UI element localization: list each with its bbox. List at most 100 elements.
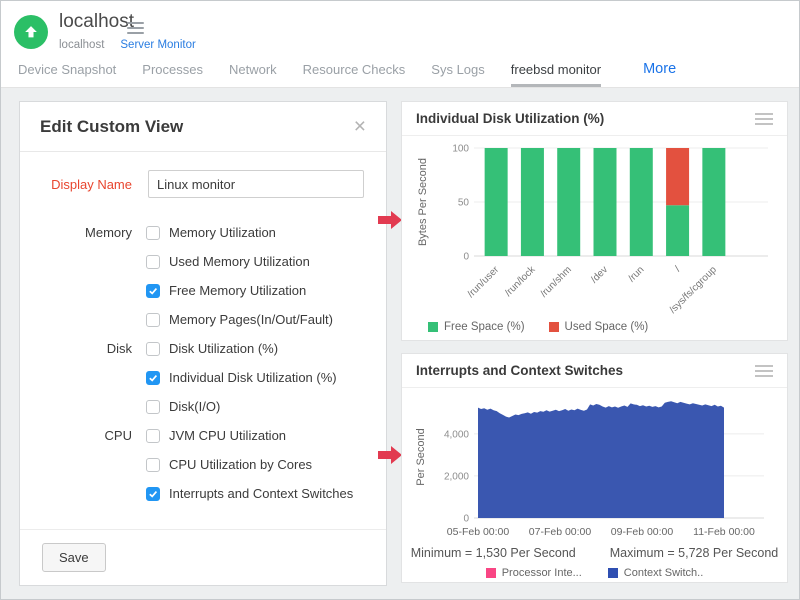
svg-text:Bytes Per Second: Bytes Per Second bbox=[417, 158, 429, 246]
svg-text:Per Second: Per Second bbox=[415, 428, 427, 485]
top-bar: localhost localhost Server Monitor Device… bbox=[1, 1, 799, 88]
tab-network[interactable]: Network bbox=[229, 55, 277, 87]
up-arrow-circle-icon bbox=[14, 15, 48, 49]
disk-utilization-card: Individual Disk Utilization (%) 0 50 100 By… bbox=[401, 101, 788, 341]
svg-text:4,000: 4,000 bbox=[444, 429, 469, 440]
checkbox-memory-utilization[interactable] bbox=[146, 226, 160, 240]
dialog-header: Edit Custom View × bbox=[20, 102, 386, 152]
tab-device-snapshot[interactable]: Device Snapshot bbox=[18, 55, 116, 87]
checkbox-disk-utilization[interactable] bbox=[146, 342, 160, 356]
checkbox-used-memory-utilization[interactable] bbox=[146, 255, 160, 269]
svg-text:0: 0 bbox=[463, 252, 469, 263]
context-switches-area bbox=[478, 401, 724, 518]
checkbox-memory-pages-in-out-fault[interactable] bbox=[146, 313, 160, 327]
option-row-memory-utilization: Memory Memory Utilization bbox=[20, 218, 386, 247]
legend-free-space[interactable]: Free Space (%) bbox=[428, 321, 525, 333]
legend-swatch bbox=[608, 568, 618, 578]
breadcrumb-host: localhost bbox=[59, 39, 104, 51]
option-label-memory-pages-in-out-fault: Memory Pages(In/Out/Fault) bbox=[169, 312, 333, 327]
option-label-memory-utilization: Memory Utilization bbox=[169, 225, 276, 240]
svg-text:11-Feb 00:00: 11-Feb 00:00 bbox=[693, 526, 755, 538]
bar-free-sys-fs-cgroup bbox=[702, 148, 725, 256]
bar-free-run-lock bbox=[521, 148, 544, 256]
option-label-used-memory-utilization: Used Memory Utilization bbox=[169, 254, 310, 269]
interrupts-chart-legend: Processor Inte... Context Switch.. bbox=[402, 563, 787, 583]
interrupts-card-header: Interrupts and Context Switches bbox=[402, 354, 787, 388]
option-label-individual-disk-utilization: Individual Disk Utilization (%) bbox=[169, 370, 337, 385]
svg-text:/: / bbox=[673, 264, 683, 274]
checkbox-disk-i-o[interactable] bbox=[146, 400, 160, 414]
legend-label: Used Space (%) bbox=[565, 321, 649, 333]
checkbox-checked-free-memory-utilization[interactable] bbox=[146, 284, 160, 298]
checkbox-cpu-utilization-by-cores[interactable] bbox=[146, 458, 160, 472]
bar-free-run-user bbox=[485, 148, 508, 256]
tab-sys-logs[interactable]: Sys Logs bbox=[431, 55, 484, 87]
up-arrow-glyph bbox=[22, 23, 40, 41]
option-label-disk-i-o: Disk(I/O) bbox=[169, 399, 220, 414]
chart-menu-icon[interactable] bbox=[755, 110, 773, 128]
maximum-label: Maximum = 5,728 Per Second bbox=[610, 546, 779, 563]
bar-free- bbox=[666, 205, 689, 256]
minmax-row: Minimum = 1,530 Per Second Maximum = 5,7… bbox=[402, 546, 787, 563]
display-name-label: Display Name bbox=[20, 177, 148, 192]
checkbox-checked-individual-disk-utilization[interactable] bbox=[146, 371, 160, 385]
disk-bar-chart: 050100Bytes Per Second/run/user/run/lock… bbox=[402, 136, 787, 314]
edit-custom-view-dialog: Edit Custom View × Display Name MemoryMe… bbox=[19, 101, 387, 586]
option-row-jvm-cpu-utilization: CPUJVM CPU Utilization bbox=[20, 421, 386, 450]
interrupts-chart-title: Interrupts and Context Switches bbox=[416, 363, 755, 378]
svg-text:05-Feb 00:00: 05-Feb 00:00 bbox=[447, 526, 510, 538]
legend-swatch bbox=[486, 568, 496, 578]
legend-label: Free Space (%) bbox=[444, 321, 525, 333]
legend-swatch bbox=[549, 322, 559, 332]
svg-text:50: 50 bbox=[458, 198, 470, 209]
option-row-interrupts-and-context-switches: Interrupts and Context Switches bbox=[20, 479, 386, 508]
dialog-title: Edit Custom View bbox=[40, 117, 354, 137]
bar-free-run-shm bbox=[557, 148, 580, 256]
svg-text:/dev: /dev bbox=[589, 264, 610, 285]
chart-menu-icon[interactable] bbox=[755, 362, 773, 380]
legend-swatch bbox=[428, 322, 438, 332]
disk-chart-legend: Free Space (%) Used Space (%) bbox=[402, 314, 787, 340]
svg-text:0: 0 bbox=[463, 514, 469, 525]
svg-text:100: 100 bbox=[452, 144, 469, 155]
minimum-label: Minimum = 1,530 Per Second bbox=[411, 546, 576, 563]
option-label-cpu-utilization-by-cores: CPU Utilization by Cores bbox=[169, 457, 312, 472]
interrupts-card: Interrupts and Context Switches 0 2,000 4,… bbox=[401, 353, 788, 583]
option-row-individual-disk-utilization: Individual Disk Utilization (%) bbox=[20, 363, 386, 392]
checkbox-checked-interrupts-and-context-switches[interactable] bbox=[146, 487, 160, 501]
close-icon[interactable]: × bbox=[354, 116, 366, 137]
svg-text:/run/shm: /run/shm bbox=[539, 264, 574, 299]
option-row-disk-i-o: Disk(I/O) bbox=[20, 392, 386, 421]
breadcrumb-server-monitor-link[interactable]: Server Monitor bbox=[120, 39, 195, 51]
svg-text:09-Feb 00:00: 09-Feb 00:00 bbox=[611, 526, 674, 538]
option-label-disk-utilization: Disk Utilization (%) bbox=[169, 341, 278, 356]
option-row-cpu-utilization-by-cores: CPU Utilization by Cores bbox=[20, 450, 386, 479]
legend-processor-inte[interactable]: Processor Inte... bbox=[486, 567, 582, 579]
hamburger-menu-icon[interactable] bbox=[127, 19, 144, 37]
monitor-title: localhost bbox=[59, 11, 134, 33]
tab-bar: Device Snapshot Processes Network Resource … bbox=[18, 55, 676, 87]
option-row-free-memory-utilization: Free Memory Utilization bbox=[20, 276, 386, 305]
interrupts-area-chart: 02,0004,000Per Second05-Feb 00:0007-Feb … bbox=[402, 388, 787, 546]
bar-free-run bbox=[630, 148, 653, 256]
disk-card-header: Individual Disk Utilization (%) bbox=[402, 102, 787, 136]
legend-label: Processor Inte... bbox=[502, 567, 582, 579]
bar-used- bbox=[666, 148, 689, 205]
option-row-disk-utilization: DiskDisk Utilization (%) bbox=[20, 334, 386, 363]
tab-freebsd-monitor[interactable]: freebsd monitor bbox=[511, 55, 601, 87]
bar-free-dev bbox=[594, 148, 617, 256]
svg-text:2,000: 2,000 bbox=[444, 471, 469, 482]
metric-option-list: Memory Memory Utilization Used Memory Util… bbox=[20, 218, 386, 508]
display-name-input[interactable] bbox=[148, 170, 364, 198]
legend-used-space[interactable]: Used Space (%) bbox=[549, 321, 649, 333]
tab-more[interactable]: More bbox=[643, 55, 676, 87]
group-label-memory: Memory bbox=[20, 225, 146, 240]
save-button[interactable]: Save bbox=[42, 543, 106, 572]
tab-processes[interactable]: Processes bbox=[142, 55, 203, 87]
checkbox-jvm-cpu-utilization[interactable] bbox=[146, 429, 160, 443]
disk-chart-title: Individual Disk Utilization (%) bbox=[416, 111, 755, 126]
legend-label: Context Switch.. bbox=[624, 567, 703, 579]
legend-context-switch[interactable]: Context Switch.. bbox=[608, 567, 703, 579]
tab-resource-checks[interactable]: Resource Checks bbox=[303, 55, 406, 87]
breadcrumb: localhost Server Monitor bbox=[59, 39, 196, 51]
